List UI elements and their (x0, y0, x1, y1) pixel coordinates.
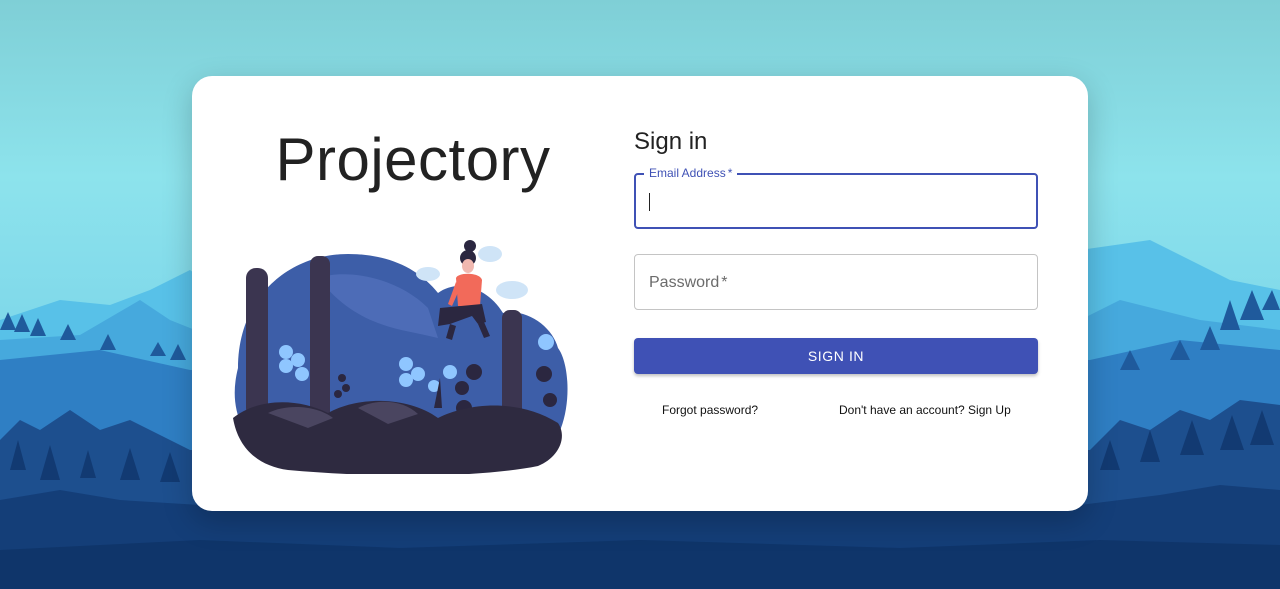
brand-title: Projectory (275, 126, 551, 193)
sign-in-button[interactable]: SIGN IN (634, 338, 1038, 374)
password-field[interactable]: Password * (634, 254, 1038, 310)
password-input[interactable] (635, 255, 1037, 309)
login-card: Projectory Sign in Email Address * Passw… (192, 76, 1088, 511)
forgot-password-link[interactable]: Forgot password? (662, 402, 758, 418)
email-field[interactable]: Email Address * (634, 165, 1038, 229)
sign-in-heading: Sign in (634, 128, 708, 155)
sign-up-link[interactable]: Don't have an account? Sign Up (839, 402, 1011, 418)
email-input[interactable] (636, 175, 1036, 227)
person-sitting-illustration (228, 238, 578, 476)
